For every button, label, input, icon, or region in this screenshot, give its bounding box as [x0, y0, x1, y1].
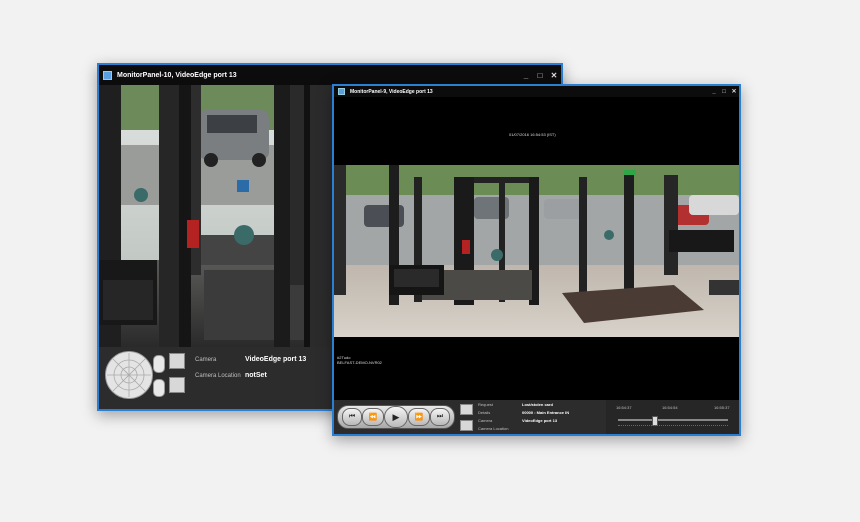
title-bar[interactable]: MonitorPanel-9, VideoEdge port 13 _ □ ✕	[334, 86, 739, 97]
request-value: Lost/stolen card	[522, 402, 553, 407]
window-title: MonitorPanel-9, VideoEdge port 13	[350, 88, 433, 95]
minimize-icon[interactable]: _	[709, 89, 719, 95]
lobby-camera-image	[334, 165, 739, 337]
preset-icon[interactable]	[169, 377, 185, 393]
camera-label: Camera	[478, 418, 493, 423]
details-label: Details	[478, 410, 491, 415]
playback-controls: ⏮ ⏪ ▶ ⏩ ⏭	[337, 405, 455, 429]
camera-name: VideoEdge port 13	[522, 418, 558, 423]
maximize-icon[interactable]: □	[533, 71, 547, 80]
details-value: 00000 : Main Entrance IN	[522, 410, 570, 415]
skip-back-button[interactable]: ⏮	[342, 408, 362, 426]
title-bar[interactable]: MonitorPanel-10, VideoEdge port 13 _ □ ✕	[99, 65, 561, 85]
rewind-button[interactable]: ⏪	[362, 408, 384, 426]
ptz-control[interactable]	[105, 351, 153, 399]
camera-location-label: Camera Location	[478, 426, 509, 431]
zoom-out-button[interactable]	[153, 379, 165, 397]
video-timestamp: 01/07/2016 16:54:53 (IST)	[509, 132, 556, 137]
playback-panel: ⏮ ⏪ ▶ ⏩ ⏭ Request Lost/stolen card Detai…	[334, 400, 739, 434]
preset-icon[interactable]	[460, 420, 473, 431]
minimize-icon[interactable]: _	[519, 71, 533, 80]
camera-name: VideoEdge port 13	[245, 356, 307, 363]
fast-forward-button[interactable]: ⏩	[408, 408, 430, 426]
camera-video-feed[interactable]: 01/07/2016 16:54:53 (IST) #2Tudo BELFAST…	[334, 97, 739, 400]
maximize-icon[interactable]: □	[719, 89, 729, 95]
timeline-mid-time: 16:54:54	[662, 405, 678, 410]
play-button[interactable]: ▶	[384, 406, 408, 428]
app-icon	[338, 88, 345, 95]
window-title: MonitorPanel-10, VideoEdge port 13	[117, 71, 237, 79]
timeline: 16:54:37 16:54:54 16:55:37	[606, 400, 739, 434]
ptz-dial-icon	[107, 353, 151, 397]
camera-location-label: Camera Location	[195, 373, 241, 379]
snapshot-icon[interactable]	[460, 404, 473, 415]
monitor-panel-9-window: MonitorPanel-9, VideoEdge port 13 _ □ ✕ …	[332, 84, 741, 436]
skip-forward-button[interactable]: ⏭	[430, 408, 450, 426]
timeline-end-time: 16:55:37	[714, 405, 730, 410]
timeline-track[interactable]	[618, 416, 728, 426]
camera-label: Camera	[195, 357, 217, 363]
close-icon[interactable]: ✕	[547, 71, 561, 80]
request-label: Request	[478, 402, 493, 407]
overlay-recorder-name: BELFAST-DEMO-NVR02	[337, 360, 382, 365]
app-icon	[103, 70, 112, 80]
snapshot-icon[interactable]	[169, 353, 185, 369]
timeline-ticks	[618, 425, 728, 427]
zoom-in-button[interactable]	[153, 355, 165, 373]
camera-location-value: notSet	[245, 372, 267, 379]
close-icon[interactable]: ✕	[729, 88, 739, 95]
timeline-start-time: 16:54:37	[616, 405, 632, 410]
